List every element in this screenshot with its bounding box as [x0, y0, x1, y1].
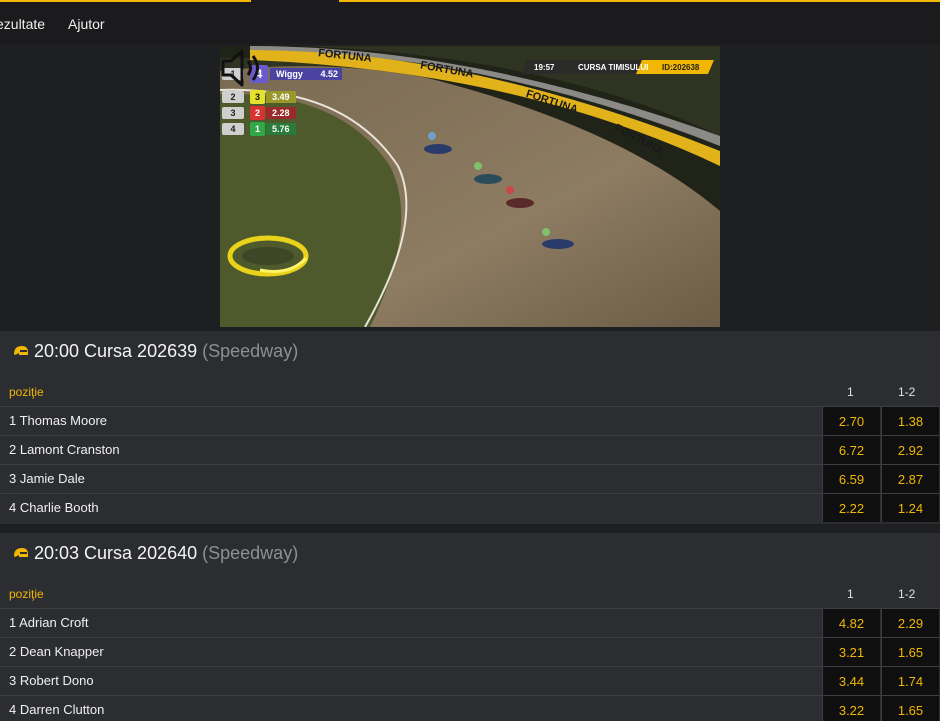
runner-name: 2 Dean Knapper — [9, 644, 104, 659]
race-time-title: 20:03 Cursa 202640 — [34, 543, 198, 563]
runner-row: 3 Robert Dono 3.44 1.74 — [0, 666, 940, 695]
race-clock: 19:57 — [534, 63, 555, 72]
event-name: CURSA TIMISULUI — [578, 63, 649, 72]
odd-win-button[interactable]: 4.82 — [822, 609, 880, 637]
odd-win-button[interactable]: 6.59 — [822, 465, 880, 493]
runner-name: 3 Jamie Dale — [9, 471, 85, 486]
hud-odd-value: 2.28 — [266, 107, 296, 119]
speedway-track-scene — [220, 46, 720, 327]
column-label-pozitie: poziţie — [9, 587, 44, 601]
hud-position: 2 — [222, 91, 244, 103]
top-navigation-bar: ezultate Ajutor — [0, 0, 940, 44]
odd-place-button[interactable]: 1.24 — [881, 494, 939, 522]
odd-place-button[interactable]: 1.74 — [881, 667, 939, 695]
column-label-1: 1 — [847, 587, 854, 601]
hud-runner-number: 2 — [250, 106, 265, 120]
race-title: 20:00 Cursa 202639 (Speedway) — [34, 341, 298, 362]
runner-name: 4 Darren Clutton — [9, 702, 105, 717]
race-panel: 20:03 Cursa 202640 (Speedway) poziţie 1 … — [0, 533, 940, 721]
odd-place-button[interactable]: 1.65 — [881, 696, 939, 721]
runner-row: 1 Thomas Moore 2.70 1.38 — [0, 406, 940, 435]
hud-position: 3 — [222, 107, 244, 119]
odd-place-button[interactable]: 1.38 — [881, 407, 939, 435]
hud-runner-number: 3 — [250, 90, 265, 104]
speaker-icon[interactable] — [220, 46, 266, 90]
hud-position: 4 — [222, 123, 244, 135]
odd-win-button[interactable]: 3.21 — [822, 638, 880, 666]
race-sport: (Speedway) — [202, 341, 299, 361]
race-panel: 20:00 Cursa 202639 (Speedway) poziţie 1 … — [0, 331, 940, 524]
odds-column-header: poziţie 1 1-2 — [0, 385, 940, 405]
runner-name: 2 Lamont Cranston — [9, 442, 120, 457]
hud-runner-name: Wiggy 4.52 — [270, 68, 342, 80]
odd-place-button[interactable]: 2.87 — [881, 465, 939, 493]
odd-win-button[interactable]: 2.22 — [822, 494, 880, 522]
column-label-1: 1 — [847, 385, 854, 399]
runner-row: 4 Charlie Booth 2.22 1.24 — [0, 493, 940, 522]
runner-row: 1 Adrian Croft 4.82 2.29 — [0, 608, 940, 637]
race-sport: (Speedway) — [202, 543, 299, 563]
column-label-pozitie: poziţie — [9, 385, 44, 399]
runner-name: 4 Charlie Booth — [9, 500, 99, 515]
odd-place-button[interactable]: 2.29 — [881, 609, 939, 637]
race-title: 20:03 Cursa 202640 (Speedway) — [34, 543, 298, 564]
nav-rezultate[interactable]: ezultate — [0, 16, 45, 32]
runner-row: 4 Darren Clutton 3.22 1.65 — [0, 695, 940, 721]
column-label-1-2: 1-2 — [898, 587, 916, 601]
race-time-title: 20:00 Cursa 202639 — [34, 341, 198, 361]
runner-row: 2 Lamont Cranston 6.72 2.92 — [0, 435, 940, 464]
odd-win-button[interactable]: 6.72 — [822, 436, 880, 464]
hud-odd-value: 4.52 — [320, 69, 338, 79]
helmet-icon — [14, 346, 28, 355]
hud-odd-value: 3.49 — [266, 91, 296, 103]
helmet-icon — [14, 548, 28, 557]
runner-row: 2 Dean Knapper 3.21 1.65 — [0, 637, 940, 666]
odds-column-header: poziţie 1 1-2 — [0, 587, 940, 607]
hud-runner-number: 1 — [250, 122, 265, 136]
live-race-video[interactable]: 1 4 Wiggy 4.52 2 3 3.49 3 2 2.28 4 1 5.76… — [220, 46, 720, 327]
odd-place-button[interactable]: 1.65 — [881, 638, 939, 666]
odd-win-button[interactable]: 3.44 — [822, 667, 880, 695]
runner-name: 3 Robert Dono — [9, 673, 94, 688]
nav-ajutor[interactable]: Ajutor — [68, 16, 105, 32]
race-header: 20:03 Cursa 202640 (Speedway) — [0, 533, 940, 575]
active-tab-indicator — [251, 0, 339, 2]
runner-name: 1 Thomas Moore — [9, 413, 108, 428]
event-id: ID:202638 — [662, 63, 700, 72]
runner-name: 1 Adrian Croft — [9, 615, 89, 630]
column-label-1-2: 1-2 — [898, 385, 916, 399]
odd-win-button[interactable]: 2.70 — [822, 407, 880, 435]
odd-win-button[interactable]: 3.22 — [822, 696, 880, 721]
odd-place-button[interactable]: 2.92 — [881, 436, 939, 464]
hud-odd-value: 5.76 — [266, 123, 296, 135]
runner-row: 3 Jamie Dale 6.59 2.87 — [0, 464, 940, 493]
hud-name-text: Wiggy — [276, 69, 303, 79]
race-header: 20:00 Cursa 202639 (Speedway) — [0, 331, 940, 373]
